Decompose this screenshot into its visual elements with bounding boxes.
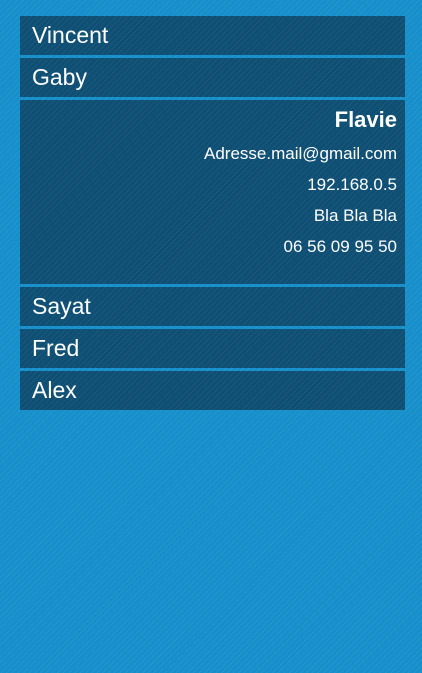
contact-item-fred[interactable]: Fred (20, 329, 405, 368)
contact-name: Sayat (32, 293, 91, 319)
contact-item-sayat[interactable]: Sayat (20, 287, 405, 326)
contact-item-vincent[interactable]: Vincent (20, 16, 405, 55)
contact-list: Vincent Gaby Flavie Adresse.mail@gmail.c… (20, 16, 405, 413)
contact-name: Alex (32, 377, 77, 403)
contact-item-gaby[interactable]: Gaby (20, 58, 405, 97)
contact-name: Vincent (32, 22, 109, 48)
contact-name: Fred (32, 335, 80, 361)
contact-name: Gaby (32, 64, 87, 90)
contact-email: Adresse.mail@gmail.com (204, 144, 397, 163)
contact-ip: 192.168.0.5 (307, 175, 397, 194)
contact-phone: 06 56 09 95 50 (283, 237, 397, 256)
contact-note: Bla Bla Bla (313, 206, 397, 225)
contact-item-flavie-expanded[interactable]: Flavie Adresse.mail@gmail.com 192.168.0.… (20, 100, 405, 284)
contact-name: Flavie (334, 107, 397, 132)
contact-item-alex[interactable]: Alex (20, 371, 405, 410)
